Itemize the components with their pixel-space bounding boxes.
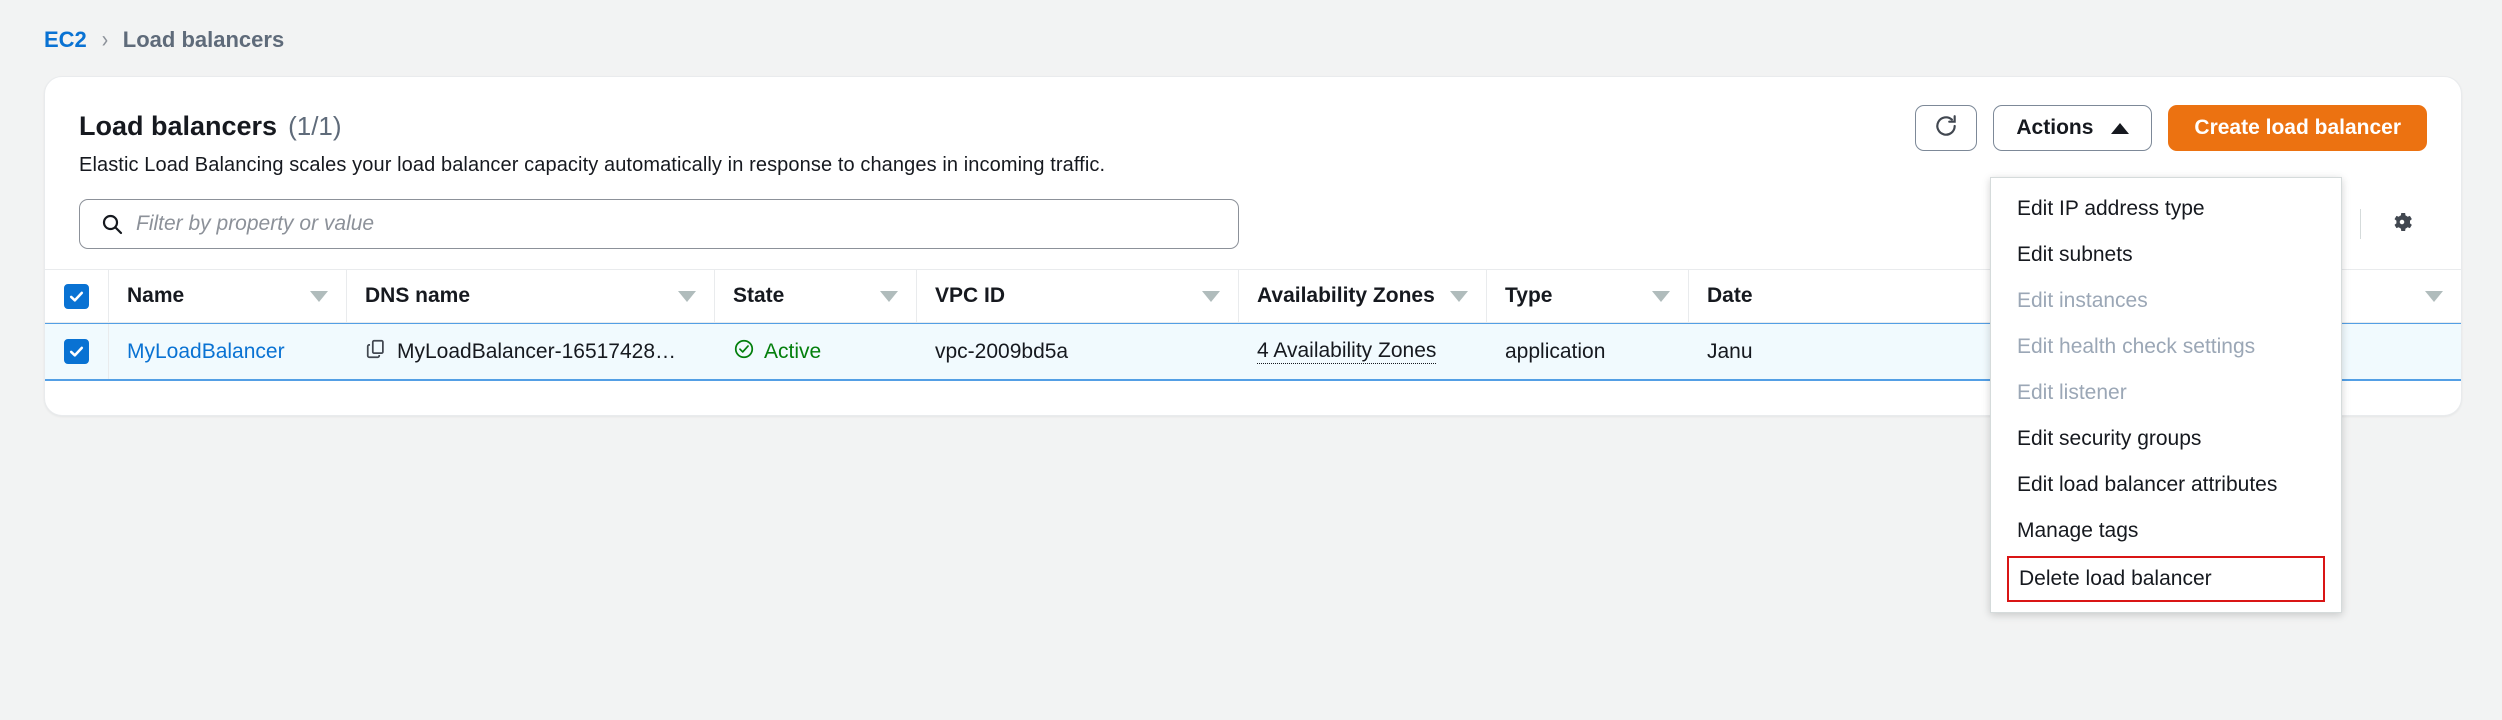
page-title-count: (1/1) bbox=[288, 111, 342, 141]
sort-caret-icon[interactable] bbox=[1450, 290, 1468, 302]
column-header-dns-name-label: DNS name bbox=[365, 284, 471, 307]
dns-name-text: MyLoadBalancer-16517428… bbox=[397, 339, 677, 363]
actions-button-label: Actions bbox=[2016, 116, 2094, 139]
column-header-date-label: Date bbox=[1707, 284, 1753, 307]
search-input[interactable] bbox=[136, 212, 1238, 236]
cell-state: Active bbox=[715, 324, 917, 379]
column-header-vpc-id-label: VPC ID bbox=[935, 284, 1006, 307]
caret-up-icon bbox=[2111, 122, 2130, 134]
search-box[interactable] bbox=[79, 199, 1239, 249]
row-select-checkbox[interactable] bbox=[64, 339, 89, 364]
actions-menu-item-manage-tags[interactable]: Manage tags bbox=[1991, 508, 2341, 554]
create-load-balancer-label: Create load balancer bbox=[2194, 116, 2401, 139]
column-header-vpc-id[interactable]: VPC ID bbox=[917, 270, 1239, 322]
column-header-name-label: Name bbox=[127, 284, 185, 307]
column-header-type[interactable]: Type bbox=[1487, 270, 1689, 322]
column-header-state[interactable]: State bbox=[715, 270, 917, 322]
search-icon bbox=[100, 212, 124, 236]
cell-name: MyLoadBalancer bbox=[109, 324, 347, 379]
sort-caret-icon[interactable] bbox=[880, 290, 898, 302]
cell-type: application bbox=[1487, 324, 1689, 379]
column-header-state-label: State bbox=[733, 284, 785, 307]
actions-menu-item-edit-listener: Edit listener bbox=[2017, 381, 2127, 404]
type-text: application bbox=[1505, 339, 1606, 363]
panel-header-text: Load balancers (1/1) Elastic Load Balanc… bbox=[79, 105, 1105, 177]
sort-caret-icon[interactable] bbox=[678, 290, 696, 302]
status-badge: Active bbox=[764, 339, 822, 363]
cell-availability-zones: 4 Availability Zones bbox=[1239, 324, 1487, 379]
status-success-icon bbox=[733, 338, 755, 366]
column-header-name[interactable]: Name bbox=[109, 270, 347, 322]
create-load-balancer-button[interactable]: Create load balancer bbox=[2168, 105, 2427, 151]
sort-caret-icon[interactable] bbox=[1652, 290, 1670, 302]
vpc-id-text: vpc-2009bd5a bbox=[935, 339, 1069, 363]
column-header-type-label: Type bbox=[1505, 284, 1553, 307]
page-title: Load balancers bbox=[79, 111, 278, 141]
sort-caret-icon[interactable] bbox=[1202, 290, 1220, 302]
sort-caret-icon[interactable] bbox=[310, 290, 328, 302]
actions-menu-item-edit-ip-address-type[interactable]: Edit IP address type bbox=[1991, 186, 2341, 232]
actions-menu-item-edit-load-balancer-attributes[interactable]: Edit load balancer attributes bbox=[1991, 462, 2341, 508]
column-header-availability-zones-label: Availability Zones bbox=[1257, 284, 1435, 307]
load-balancer-name-link[interactable]: MyLoadBalancer bbox=[127, 340, 285, 364]
panel-description: Elastic Load Balancing scales your load … bbox=[79, 154, 1106, 176]
breadcrumb: EC2 › Load balancers bbox=[0, 0, 2502, 54]
actions-menu-item-edit-health-check-settings: Edit health check settings bbox=[2017, 335, 2256, 358]
breadcrumb-link-ec2[interactable]: EC2 bbox=[44, 27, 87, 53]
date-text: Janu bbox=[1707, 339, 1753, 363]
copy-icon[interactable] bbox=[365, 338, 387, 366]
actions-menu-item-edit-security-groups[interactable]: Edit security groups bbox=[1991, 416, 2341, 462]
panel-header-actions: Actions Create load balancer bbox=[1915, 105, 2427, 151]
pagination-divider bbox=[2360, 209, 2361, 239]
load-balancers-panel: Load balancers (1/1) Elastic Load Balanc… bbox=[44, 76, 2462, 613]
panel-header: Load balancers (1/1) Elastic Load Balanc… bbox=[45, 77, 2461, 177]
breadcrumb-separator-icon: › bbox=[101, 26, 108, 53]
refresh-button[interactable] bbox=[1915, 105, 1978, 151]
page-title-row: Load balancers (1/1) bbox=[79, 111, 1105, 142]
sort-caret-icon[interactable] bbox=[2425, 290, 2443, 302]
cell-dns-name: MyLoadBalancer-16517428… bbox=[347, 324, 715, 379]
availability-zones-link[interactable]: 4 Availability Zones bbox=[1257, 339, 1437, 364]
select-all-checkbox[interactable] bbox=[64, 283, 89, 309]
column-header-availability-zones[interactable]: Availability Zones bbox=[1239, 270, 1487, 322]
gear-icon bbox=[2389, 209, 2415, 240]
table-preferences-button[interactable] bbox=[2377, 199, 2427, 249]
actions-menu-item-delete-load-balancer[interactable]: Delete load balancer bbox=[2007, 556, 2325, 602]
refresh-icon bbox=[1933, 113, 1959, 144]
actions-button[interactable]: Actions bbox=[1993, 105, 2153, 151]
breadcrumb-current-load-balancers: Load balancers bbox=[122, 27, 285, 52]
actions-menu-item-edit-subnets[interactable]: Edit subnets bbox=[1991, 232, 2341, 278]
cell-vpc-id: vpc-2009bd5a bbox=[917, 324, 1239, 379]
row-select-cell bbox=[45, 324, 109, 379]
actions-dropdown-menu: Edit IP address type Edit subnets Edit i… bbox=[1990, 177, 2342, 613]
actions-menu-item-edit-instances: Edit instances bbox=[2017, 289, 2148, 312]
select-all-cell bbox=[45, 270, 109, 322]
column-header-dns-name[interactable]: DNS name bbox=[347, 270, 715, 322]
